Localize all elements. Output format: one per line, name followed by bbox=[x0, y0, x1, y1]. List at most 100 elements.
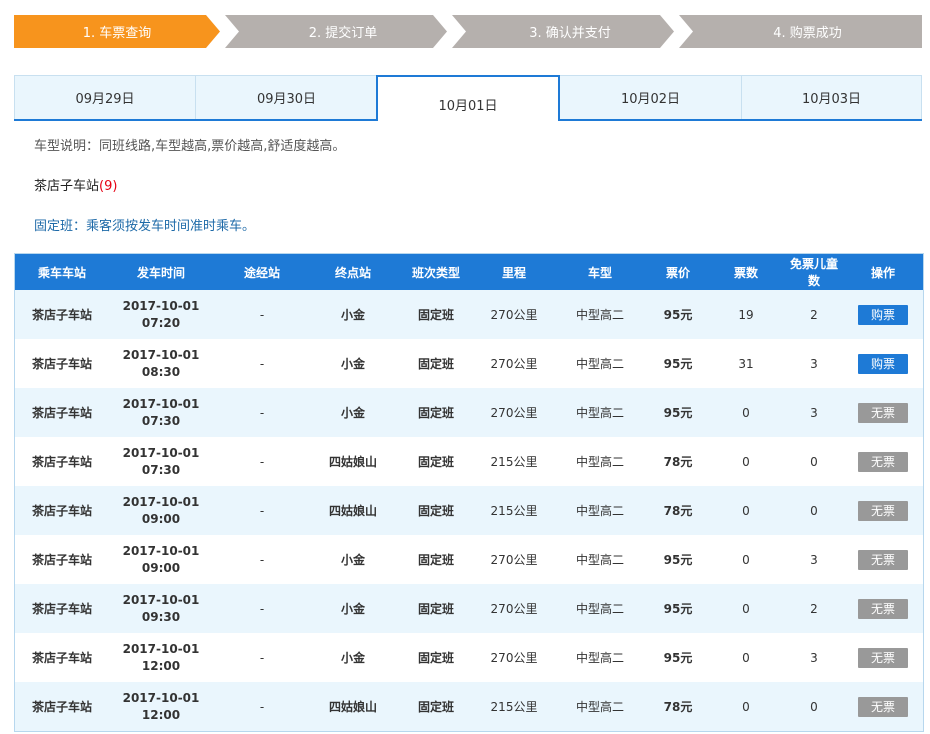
step-1: 1. 车票查询 bbox=[14, 15, 220, 48]
cell-distance: 215公里 bbox=[490, 700, 538, 714]
cell-departure: 2017-10-01 08:30 bbox=[109, 339, 213, 388]
cell-child-free: 0 bbox=[810, 454, 818, 469]
table-row: 茶店子车站 2017-10-01 09:00 - 四姑娘山 固定班 215公里 中… bbox=[15, 486, 923, 535]
cell-tickets: 31 bbox=[738, 356, 754, 371]
cell-child-free: 3 bbox=[810, 356, 818, 371]
buy-ticket-button[interactable]: 购票 bbox=[858, 304, 908, 325]
cell-type: 固定班 bbox=[417, 651, 454, 665]
cell-station: 茶店子车站 bbox=[31, 700, 92, 714]
cell-departure: 2017-10-01 07:30 bbox=[109, 437, 213, 486]
cell-distance: 270公里 bbox=[490, 602, 538, 616]
cell-distance: 270公里 bbox=[490, 308, 538, 322]
cell-type: 固定班 bbox=[417, 553, 454, 567]
header-destination: 终点站 bbox=[334, 265, 371, 280]
date-tabs: 09月29日 09月30日 10月01日 10月02日 10月03日 bbox=[14, 75, 922, 121]
tab-date-0929[interactable]: 09月29日 bbox=[14, 75, 196, 119]
step-4-label: 4. 购票成功 bbox=[773, 26, 842, 41]
cell-price: 95元 bbox=[663, 651, 693, 665]
departure-time: 12:00 bbox=[141, 658, 181, 673]
station-heading: 茶店子车站(9) bbox=[34, 175, 117, 194]
departure-date: 2017-10-01 bbox=[122, 396, 200, 411]
departure-time: 09:00 bbox=[141, 560, 181, 575]
cell-type: 固定班 bbox=[417, 308, 454, 322]
cell-distance: 270公里 bbox=[490, 357, 538, 371]
cell-price: 95元 bbox=[663, 602, 693, 616]
tab-date-1003[interactable]: 10月03日 bbox=[742, 75, 922, 119]
departure-date: 2017-10-01 bbox=[122, 347, 200, 362]
header-action: 操作 bbox=[870, 265, 895, 280]
header-tickets: 票数 bbox=[733, 265, 758, 280]
tab-date-1001[interactable]: 10月01日 bbox=[376, 75, 560, 121]
sold-out-label: 无票 bbox=[858, 598, 908, 619]
header-via: 途经站 bbox=[243, 265, 280, 280]
cell-departure: 2017-10-01 07:20 bbox=[109, 290, 213, 339]
cell-price: 78元 bbox=[663, 455, 693, 469]
table-row: 茶店子车站 2017-10-01 07:20 - 小金 固定班 270公里 中型高… bbox=[15, 290, 923, 339]
departure-time: 09:30 bbox=[141, 609, 181, 624]
sold-out-label: 无票 bbox=[858, 500, 908, 521]
cell-vehicle: 中型高二 bbox=[575, 504, 624, 518]
table-row: 茶店子车站 2017-10-01 12:00 - 四姑娘山 固定班 215公里 中… bbox=[15, 682, 923, 731]
cell-destination: 小金 bbox=[340, 357, 365, 371]
cell-child-free: 0 bbox=[810, 699, 818, 714]
cell-station: 茶店子车站 bbox=[31, 651, 92, 665]
cell-vehicle: 中型高二 bbox=[575, 700, 624, 714]
sold-out-label: 无票 bbox=[858, 549, 908, 570]
step-2-label: 2. 提交订单 bbox=[308, 26, 378, 41]
progress-steps: 1. 车票查询 2. 提交订单 3. 确认并支付 4. 购票成功 bbox=[14, 15, 922, 48]
header-departure: 发车时间 bbox=[136, 265, 185, 280]
sold-out-label: 无票 bbox=[858, 647, 908, 668]
cell-distance: 270公里 bbox=[490, 553, 538, 567]
cell-distance: 215公里 bbox=[490, 455, 538, 469]
cell-departure: 2017-10-01 09:30 bbox=[109, 584, 213, 633]
tab-date-0930[interactable]: 09月30日 bbox=[196, 75, 378, 119]
cell-via: - bbox=[259, 601, 265, 616]
cell-destination: 四姑娘山 bbox=[328, 455, 377, 469]
cell-station: 茶店子车站 bbox=[31, 553, 92, 567]
cell-type: 固定班 bbox=[417, 406, 454, 420]
cell-type: 固定班 bbox=[417, 602, 454, 616]
header-price: 票价 bbox=[665, 265, 690, 280]
cell-vehicle: 中型高二 bbox=[575, 308, 624, 322]
table-body: 茶店子车站 2017-10-01 07:20 - 小金 固定班 270公里 中型高… bbox=[15, 290, 923, 731]
departure-time: 08:30 bbox=[141, 364, 181, 379]
step-3: 3. 确认并支付 bbox=[466, 15, 674, 48]
cell-tickets: 0 bbox=[742, 552, 750, 567]
header-distance: 里程 bbox=[501, 265, 526, 280]
cell-vehicle: 中型高二 bbox=[575, 602, 624, 616]
departure-date: 2017-10-01 bbox=[122, 690, 200, 705]
step-3-label: 3. 确认并支付 bbox=[529, 26, 611, 41]
buy-ticket-button[interactable]: 购票 bbox=[858, 353, 908, 374]
cell-tickets: 0 bbox=[742, 454, 750, 469]
step-4: 4. 购票成功 bbox=[693, 15, 922, 48]
cell-child-free: 2 bbox=[810, 601, 818, 616]
cell-destination: 小金 bbox=[340, 602, 365, 616]
cell-distance: 270公里 bbox=[490, 406, 538, 420]
cell-station: 茶店子车站 bbox=[31, 308, 92, 322]
vehicle-type-note: 车型说明：同班线路,车型越高,票价越高,舒适度越高。 bbox=[34, 139, 346, 154]
cell-action: 无票 bbox=[843, 388, 923, 437]
cell-destination: 小金 bbox=[340, 308, 365, 322]
table-row: 茶店子车站 2017-10-01 12:00 - 小金 固定班 270公里 中型高… bbox=[15, 633, 923, 682]
cell-via: - bbox=[259, 503, 265, 518]
header-station: 乘车车站 bbox=[37, 265, 86, 280]
cell-tickets: 0 bbox=[742, 503, 750, 518]
cell-via: - bbox=[259, 552, 265, 567]
cell-station: 茶店子车站 bbox=[31, 357, 92, 371]
departure-date: 2017-10-01 bbox=[122, 445, 200, 460]
cell-price: 78元 bbox=[663, 504, 693, 518]
cell-via: - bbox=[259, 356, 265, 371]
cell-type: 固定班 bbox=[417, 455, 454, 469]
step-2: 2. 提交订单 bbox=[239, 15, 447, 48]
sold-out-label: 无票 bbox=[858, 696, 908, 717]
cell-child-free: 0 bbox=[810, 503, 818, 518]
cell-action: 无票 bbox=[843, 486, 923, 535]
cell-destination: 小金 bbox=[340, 406, 365, 420]
cell-type: 固定班 bbox=[417, 357, 454, 371]
table-row: 茶店子车站 2017-10-01 07:30 - 小金 固定班 270公里 中型高… bbox=[15, 388, 923, 437]
departure-time: 07:30 bbox=[141, 462, 181, 477]
departure-date: 2017-10-01 bbox=[122, 298, 200, 313]
tab-date-1002[interactable]: 10月02日 bbox=[560, 75, 742, 119]
cell-price: 95元 bbox=[663, 308, 693, 322]
table-row: 茶店子车站 2017-10-01 09:30 - 小金 固定班 270公里 中型高… bbox=[15, 584, 923, 633]
